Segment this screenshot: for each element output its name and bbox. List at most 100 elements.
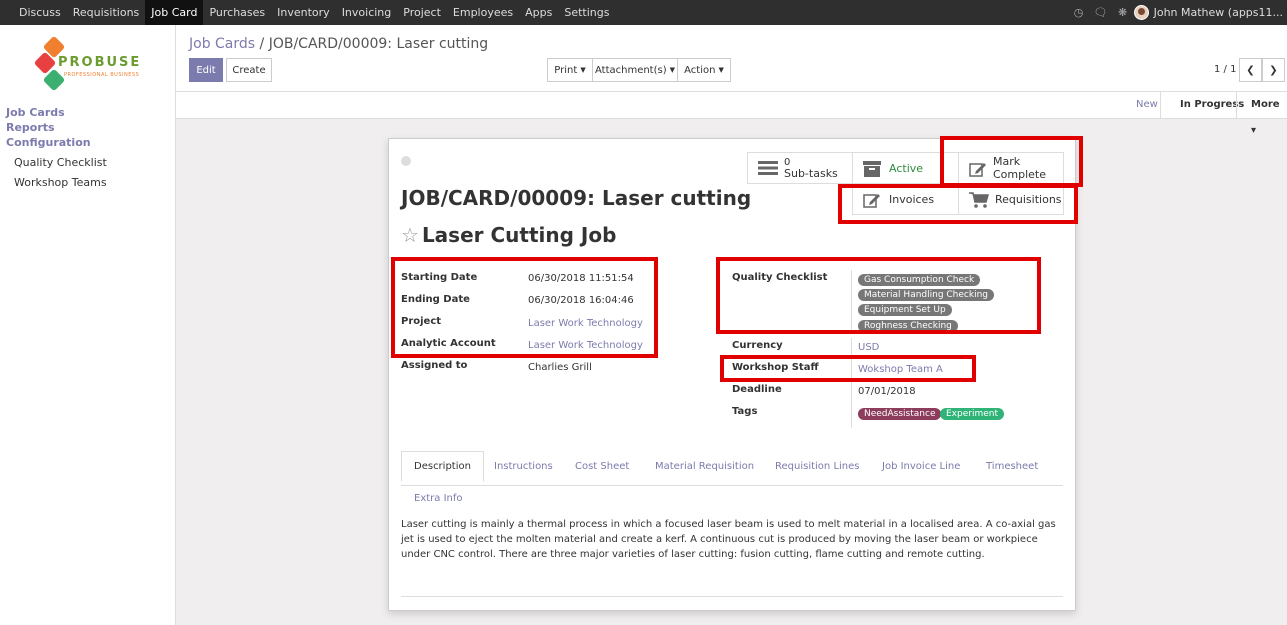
workshop-staff-value[interactable]: Wokshop Team A: [858, 364, 943, 375]
edit-button-label: Edit: [196, 64, 216, 76]
stage-divider: [1160, 92, 1161, 118]
chevron-right-icon: ❯: [1269, 64, 1278, 76]
ending-date-value[interactable]: 06/30/2018 16:04:46: [528, 295, 634, 306]
stage-new[interactable]: New: [1136, 92, 1158, 118]
logo-tagline: PROFESSIONAL BUSINESS: [64, 72, 140, 78]
tab-job-invoice-line[interactable]: Job Invoice Line: [882, 461, 960, 472]
edit-icon: [969, 161, 987, 177]
action-dropdown[interactable]: Action ▼: [677, 58, 731, 82]
project-label: Project: [401, 316, 442, 327]
invoices-label: Invoices: [889, 192, 935, 206]
status-bar: New In Progress More ▾: [176, 91, 1287, 136]
description-text[interactable]: Laser cutting is mainly a thermal proces…: [401, 517, 1066, 562]
stage-more-label: More: [1251, 99, 1280, 110]
job-card-name[interactable]: Laser Cutting Job: [422, 223, 616, 247]
star-icon[interactable]: ☆: [401, 223, 419, 247]
action-label: Action: [684, 64, 716, 76]
tag-need-assistance[interactable]: NeedAssistance: [858, 408, 942, 420]
starting-date-label: Starting Date: [401, 272, 478, 283]
breadcrumb-separator: /: [259, 36, 265, 52]
logo-text: PROBUSE: [58, 55, 142, 70]
company-logo[interactable]: PROBUSE PROFESSIONAL BUSINESS: [33, 35, 144, 92]
avatar: [1133, 5, 1149, 20]
print-label: Print: [554, 64, 578, 76]
menu-job-card[interactable]: Job Card: [145, 0, 204, 25]
bug-icon[interactable]: ❋: [1112, 6, 1134, 19]
stage-divider: [1236, 92, 1237, 118]
requisitions-label: Requisitions: [995, 192, 1062, 206]
sidebar-item-workshop-teams[interactable]: Workshop Teams: [14, 176, 107, 189]
quality-tag[interactable]: Material Handling Checking: [858, 289, 995, 301]
tab-material-requisition[interactable]: Material Requisition: [655, 461, 754, 472]
menu-invoicing[interactable]: Invoicing: [336, 0, 398, 25]
user-name: John Mathew (apps11...: [1153, 6, 1283, 19]
tag-experiment[interactable]: Experiment: [940, 408, 1005, 420]
create-button[interactable]: Create: [226, 58, 272, 82]
menu-requisitions[interactable]: Requisitions: [67, 0, 146, 25]
mark-complete-button[interactable]: Mark Complete: [958, 152, 1064, 184]
tab-description[interactable]: Description: [401, 451, 484, 482]
menu-project[interactable]: Project: [397, 0, 447, 25]
breadcrumb: Job Cards / JOB/CARD/00009: Laser cuttin…: [189, 36, 488, 52]
main-menu: Discuss Requisitions Job Card Purchases …: [0, 0, 615, 25]
tasks-icon: [758, 161, 778, 175]
chevron-left-icon: ❮: [1246, 64, 1255, 76]
breadcrumb-current: JOB/CARD/00009: Laser cutting: [268, 36, 489, 52]
deadline-label: Deadline: [732, 384, 782, 395]
quality-tag[interactable]: Gas Consumption Check: [858, 274, 981, 286]
sidebar-item-reports[interactable]: Reports: [6, 121, 55, 134]
subtasks-button[interactable]: 0 Sub-tasks: [747, 152, 853, 184]
tab-timesheet[interactable]: Timesheet: [986, 461, 1038, 472]
sidebar-item-configuration[interactable]: Configuration: [6, 136, 91, 149]
tab-instructions[interactable]: Instructions: [494, 461, 553, 472]
quality-tag[interactable]: Equipment Set Up: [858, 304, 952, 316]
shopping-cart-icon: [969, 192, 989, 208]
menu-inventory[interactable]: Inventory: [271, 0, 336, 25]
menu-employees[interactable]: Employees: [447, 0, 519, 25]
top-navbar: Discuss Requisitions Job Card Purchases …: [0, 0, 1287, 25]
edit-icon: [863, 192, 883, 208]
user-menu[interactable]: John Mathew (apps11...: [1133, 5, 1287, 20]
clock-icon[interactable]: ◷: [1068, 6, 1090, 19]
print-dropdown[interactable]: Print ▼: [547, 58, 593, 82]
project-value[interactable]: Laser Work Technology: [528, 318, 643, 329]
menu-settings[interactable]: Settings: [558, 0, 615, 25]
pager-next-button[interactable]: ❯: [1262, 58, 1285, 82]
pager-value[interactable]: 1 / 1: [1214, 64, 1236, 75]
assigned-to-value[interactable]: Charlies Grill: [528, 362, 592, 373]
chat-icon[interactable]: 🗨: [1090, 6, 1112, 19]
field-divider: [851, 338, 852, 428]
starting-date-value[interactable]: 06/30/2018 11:51:54: [528, 273, 634, 284]
breadcrumb-job-cards[interactable]: Job Cards: [189, 36, 255, 52]
currency-value[interactable]: USD: [858, 342, 879, 353]
caret-down-icon: ▼: [669, 66, 676, 74]
invoices-button[interactable]: Invoices: [852, 183, 959, 215]
tab-cost-sheet[interactable]: Cost Sheet: [575, 461, 629, 472]
stage-more[interactable]: More ▾: [1251, 92, 1287, 136]
analytic-account-label: Analytic Account: [401, 338, 496, 349]
sidebar-item-quality-checklist[interactable]: Quality Checklist: [14, 156, 107, 169]
analytic-account-value[interactable]: Laser Work Technology: [528, 340, 643, 351]
sidebar-item-job-cards[interactable]: Job Cards: [6, 106, 65, 119]
requisitions-button[interactable]: Requisitions: [958, 183, 1064, 215]
attachments-dropdown[interactable]: Attachment(s) ▼: [592, 58, 678, 82]
stage-in-progress[interactable]: In Progress: [1180, 92, 1244, 118]
caret-down-icon: ▼: [718, 66, 724, 74]
menu-purchases[interactable]: Purchases: [203, 0, 271, 25]
tabs-divider: [401, 485, 1063, 486]
edit-button[interactable]: Edit: [189, 58, 223, 82]
active-toggle-button[interactable]: Active: [852, 152, 959, 184]
menu-apps[interactable]: Apps: [519, 0, 558, 25]
subtasks-label: Sub-tasks: [784, 166, 838, 180]
systray: ◷ 🗨 ❋ John Mathew (apps11...: [1068, 0, 1287, 25]
subtasks-text: 0 Sub-tasks: [784, 157, 838, 180]
quality-tag[interactable]: Roghness Checking: [858, 320, 958, 332]
tab-requisition-lines[interactable]: Requisition Lines: [775, 461, 860, 472]
tab-extra-info[interactable]: Extra Info: [414, 493, 463, 504]
pager-previous-button[interactable]: ❮: [1239, 58, 1262, 82]
quality-checklist-label: Quality Checklist: [732, 272, 828, 283]
priority-dot-icon[interactable]: [401, 156, 411, 166]
menu-discuss[interactable]: Discuss: [13, 0, 67, 25]
deadline-value[interactable]: 07/01/2018: [858, 386, 916, 397]
caret-down-icon: ▼: [580, 66, 586, 74]
